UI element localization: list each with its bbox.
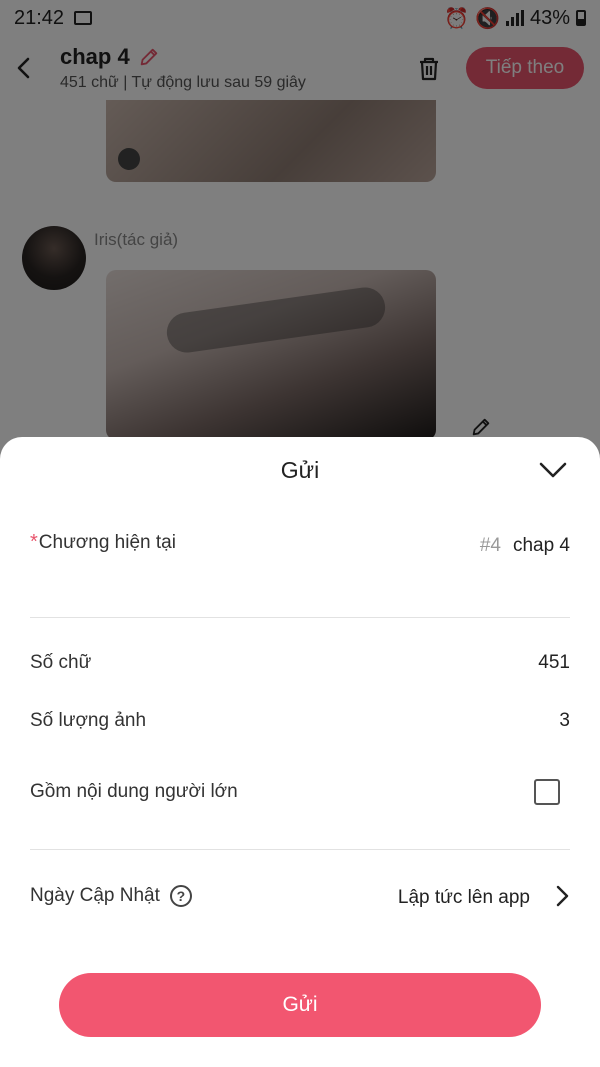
chevron-right-icon[interactable] [552, 883, 572, 909]
submit-button[interactable]: Gửi [59, 973, 541, 1037]
required-mark: * [30, 531, 38, 553]
chevron-down-icon[interactable] [538, 455, 568, 485]
chapter-name: chap 4 [512, 535, 570, 556]
update-date-value[interactable]: Lập tức lên app [398, 887, 530, 909]
update-date-label-text: Ngày Cập Nhật [30, 885, 160, 907]
submit-sheet: Gửi *Chương hiện tại #4 chap 4 Số chữ 451… [0, 437, 600, 1067]
image-count-value: 3 [559, 710, 570, 731]
current-chapter-value: #4 chap 4 [480, 535, 570, 557]
update-date-label: Ngày Cập Nhật? [30, 885, 192, 907]
chapter-number: #4 [479, 535, 501, 556]
divider [30, 617, 570, 618]
current-chapter-label: *Chương hiện tại [30, 531, 176, 554]
divider [30, 849, 570, 850]
image-count-label: Số lượng ảnh [30, 710, 147, 731]
adult-content-checkbox[interactable] [534, 779, 560, 805]
word-count-label: Số chữ [30, 652, 92, 673]
word-count-value: 451 [538, 652, 570, 673]
adult-content-label: Gồm nội dung người lớn [30, 781, 238, 802]
help-icon[interactable]: ? [169, 885, 192, 907]
current-chapter-label-text: Chương hiện tại [38, 532, 176, 553]
sheet-title: Gửi [280, 457, 320, 483]
